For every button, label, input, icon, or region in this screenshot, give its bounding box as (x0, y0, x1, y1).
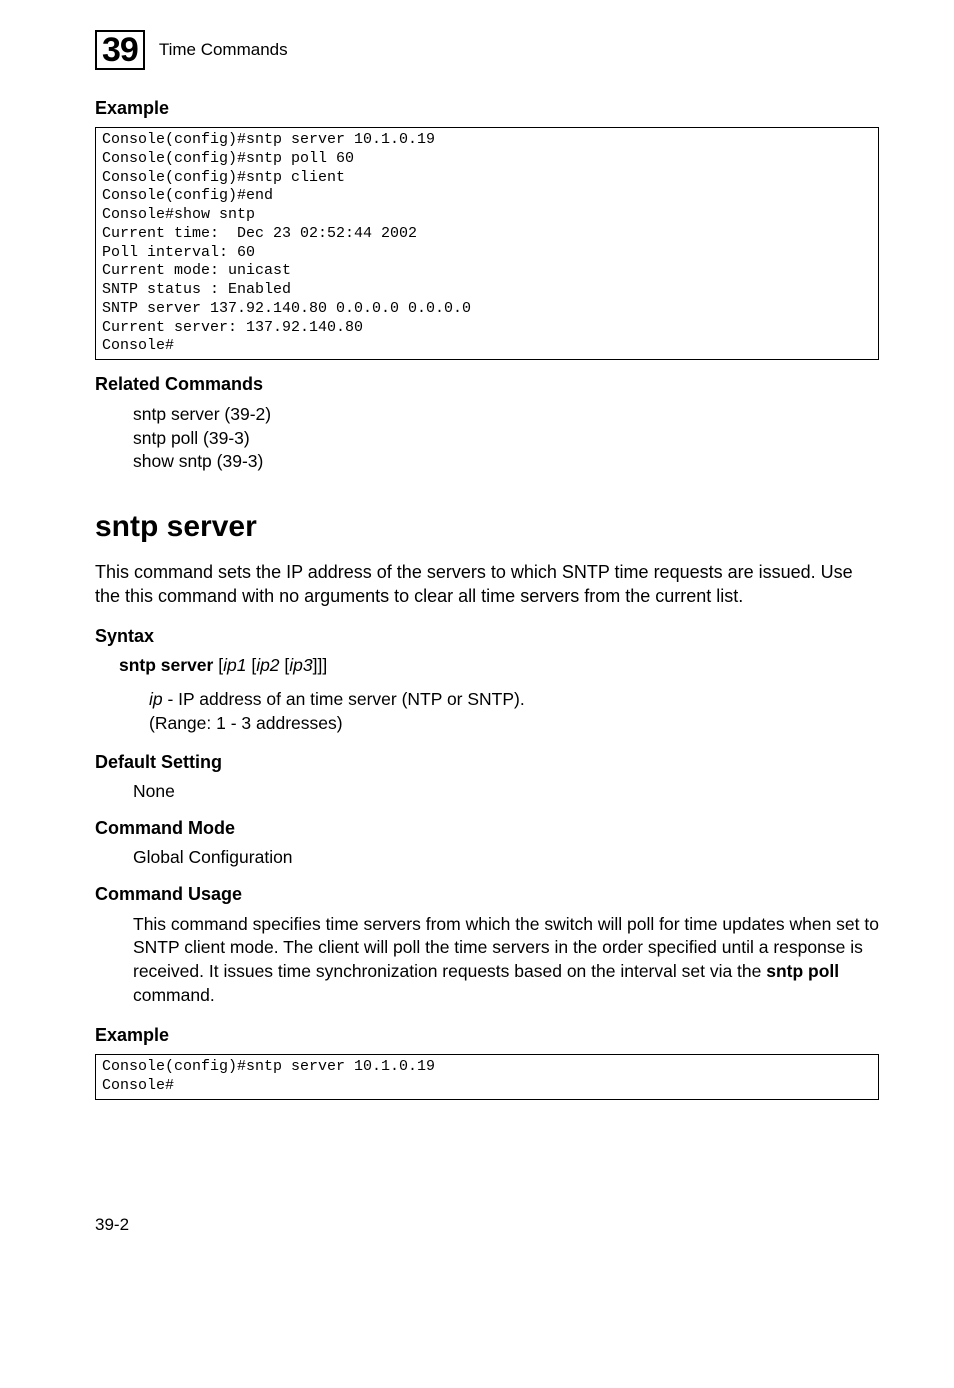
command-usage-text: This command specifies time servers from… (133, 913, 879, 1008)
related-item: show sntp (39-3) (133, 450, 879, 474)
chapter-number-badge: 39 (95, 30, 145, 70)
code-block-2: Console(config)#sntp server 10.1.0.19 Co… (95, 1054, 879, 1100)
syntax-param-name: ip (149, 689, 163, 709)
intro-paragraph: This command sets the IP address of the … (95, 560, 879, 609)
related-commands-list: sntp server (39-2) sntp poll (39-3) show… (133, 403, 879, 474)
example-heading-2: Example (95, 1025, 879, 1046)
syntax-description: ip - IP address of an time server (NTP o… (149, 688, 879, 735)
syntax-text: [ (280, 655, 290, 675)
related-item: sntp poll (39-3) (133, 427, 879, 451)
default-setting-value: None (133, 781, 879, 802)
usage-bold-command: sntp poll (766, 961, 839, 981)
page-number: 39-2 (95, 1215, 879, 1235)
command-title: sntp server (95, 510, 879, 544)
syntax-command: sntp server (119, 655, 213, 675)
related-commands-heading: Related Commands (95, 374, 879, 395)
example-heading-1: Example (95, 98, 879, 119)
code-block-1: Console(config)#sntp server 10.1.0.19 Co… (95, 127, 879, 360)
default-setting-heading: Default Setting (95, 752, 879, 773)
command-mode-heading: Command Mode (95, 818, 879, 839)
syntax-param: ip1 (223, 655, 246, 675)
syntax-text: [ (213, 655, 223, 675)
command-mode-value: Global Configuration (133, 847, 879, 868)
syntax-range: (Range: 1 - 3 addresses) (149, 713, 343, 733)
syntax-param: ip3 (289, 655, 312, 675)
syntax-desc-text: - IP address of an time server (NTP or S… (163, 689, 525, 709)
related-item: sntp server (39-2) (133, 403, 879, 427)
syntax-heading: Syntax (95, 626, 879, 647)
syntax-text: [ (246, 655, 256, 675)
chapter-header: 39 Time Commands (95, 30, 879, 70)
page-container: 39 Time Commands Example Console(config)… (0, 0, 954, 1275)
chapter-title: Time Commands (159, 40, 288, 60)
command-usage-heading: Command Usage (95, 884, 879, 905)
syntax-text: ]]] (313, 655, 328, 675)
syntax-param: ip2 (256, 655, 279, 675)
usage-text-part: command. (133, 985, 215, 1005)
syntax-line: sntp server [ip1 [ip2 [ip3]]] (119, 655, 879, 676)
